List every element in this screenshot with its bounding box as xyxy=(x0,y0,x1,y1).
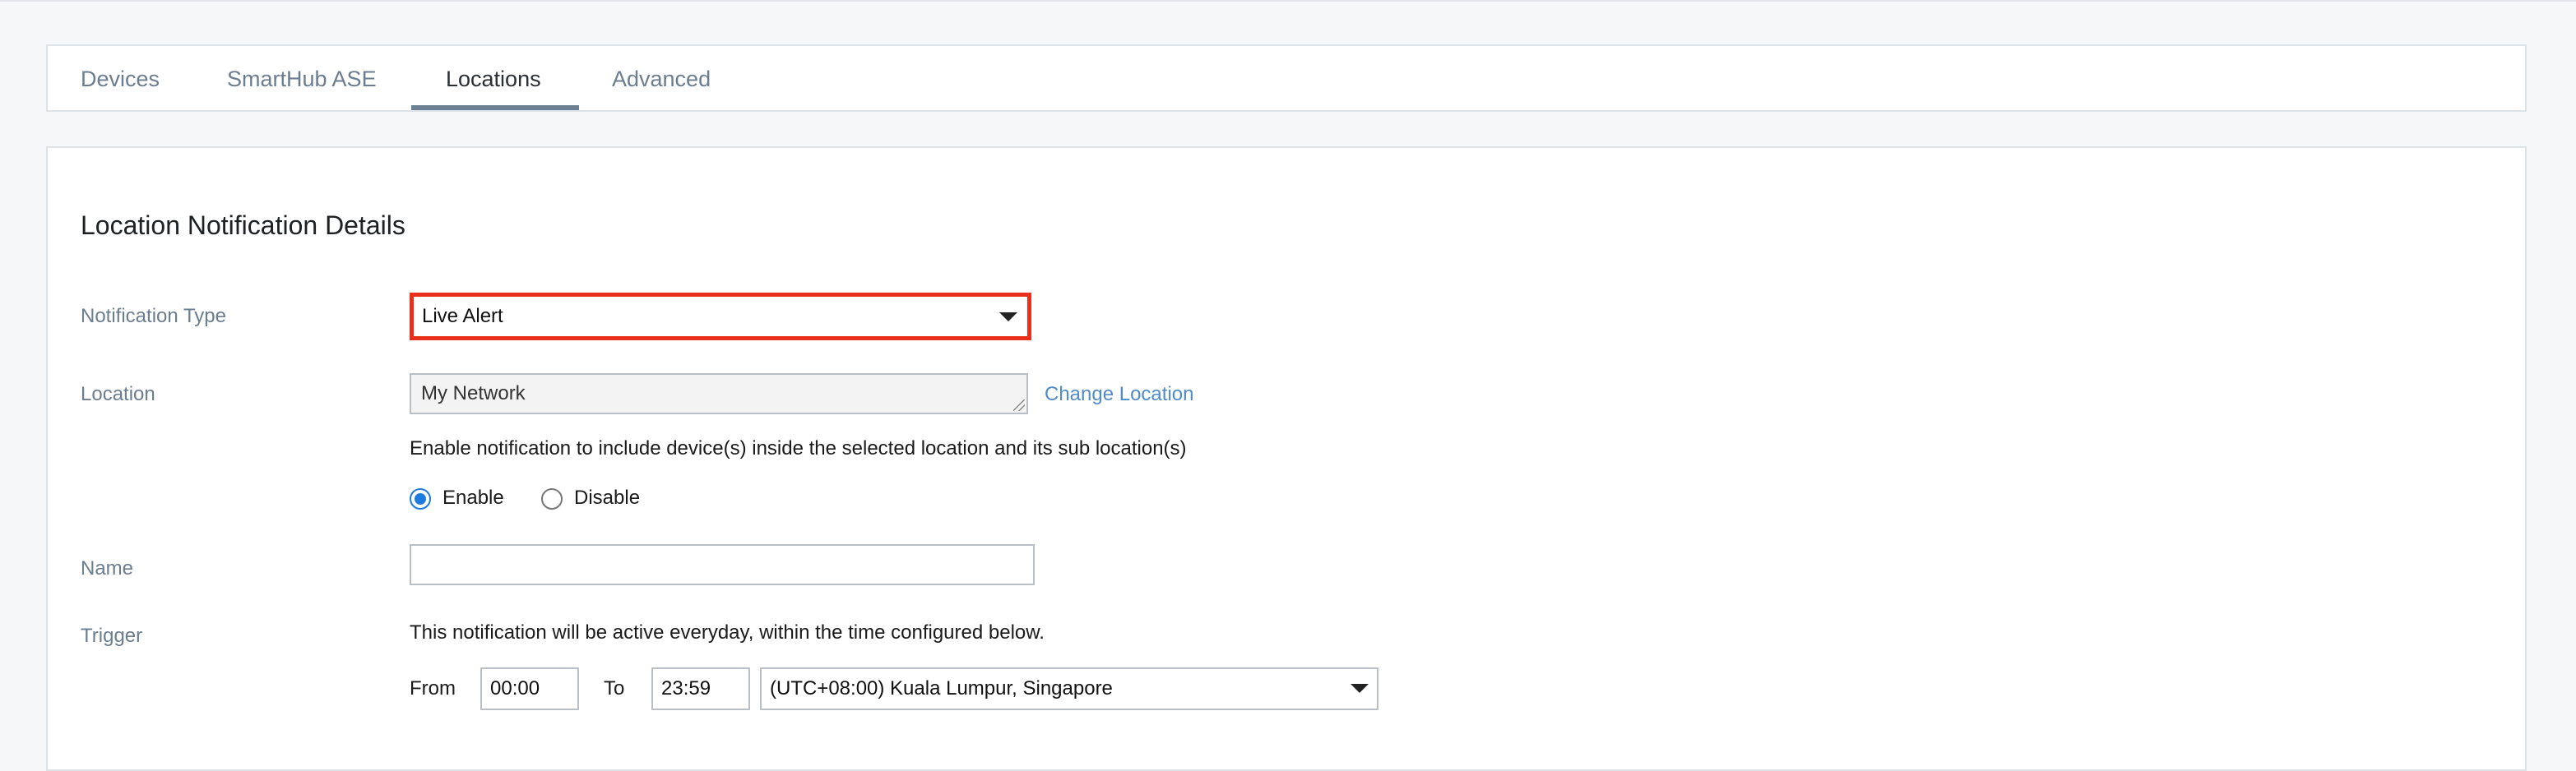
chevron-down-icon xyxy=(999,312,1017,321)
tab-bar: Devices SmartHub ASE Locations Advanced xyxy=(46,44,2527,112)
name-input[interactable] xyxy=(410,544,1035,585)
location-field[interactable]: My Network xyxy=(410,373,1028,414)
timezone-select[interactable]: (UTC+08:00) Kuala Lumpur, Singapore xyxy=(760,667,1378,710)
sub-location-description: Enable notification to include device(s)… xyxy=(410,437,1187,459)
name-label: Name xyxy=(81,557,134,579)
top-border xyxy=(0,0,2576,2)
enable-radio[interactable] xyxy=(410,488,431,510)
tab-smarthub-ase[interactable]: SmartHub ASE xyxy=(227,46,377,112)
change-location-link[interactable]: Change Location xyxy=(1045,383,1193,406)
from-label: From xyxy=(410,677,456,699)
tab-devices[interactable]: Devices xyxy=(81,46,160,112)
notification-type-select[interactable]: Live Alert xyxy=(410,293,1031,340)
to-label: To xyxy=(604,677,625,699)
from-time-input[interactable] xyxy=(480,667,579,710)
notification-type-value: Live Alert xyxy=(422,305,503,327)
location-value: My Network xyxy=(421,382,526,404)
enable-radio-label[interactable]: Enable xyxy=(442,487,504,510)
chevron-down-icon xyxy=(1351,684,1369,693)
trigger-description: This notification will be active everyda… xyxy=(410,621,1045,644)
active-tab-indicator xyxy=(411,105,579,110)
timezone-value: (UTC+08:00) Kuala Lumpur, Singapore xyxy=(770,677,1113,699)
to-time-input[interactable] xyxy=(651,667,750,710)
location-label: Location xyxy=(81,383,155,405)
disable-radio[interactable] xyxy=(541,488,563,510)
trigger-label: Trigger xyxy=(81,625,143,647)
notification-type-label: Notification Type xyxy=(81,305,226,327)
tab-locations[interactable]: Locations xyxy=(446,46,541,112)
tab-advanced[interactable]: Advanced xyxy=(612,46,711,112)
section-title: Location Notification Details xyxy=(81,210,405,240)
disable-radio-label[interactable]: Disable xyxy=(574,487,640,510)
resize-handle-icon[interactable] xyxy=(1013,399,1025,411)
